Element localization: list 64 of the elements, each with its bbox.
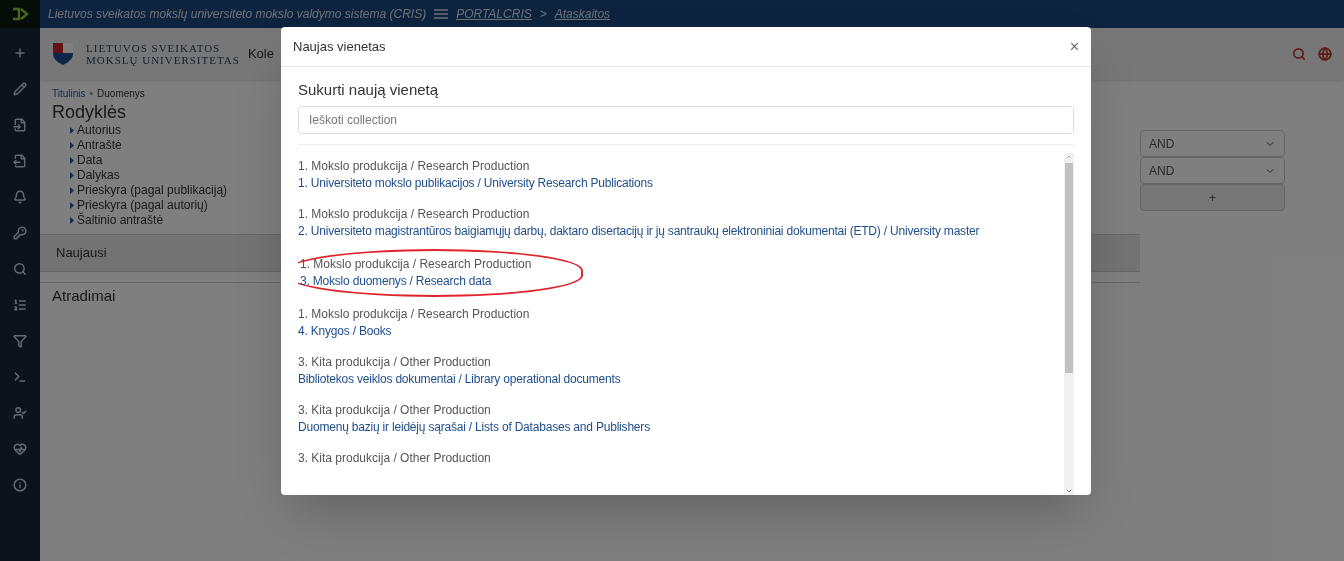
caret-icon [70, 157, 74, 164]
index-link[interactable]: Dalykas [77, 168, 120, 183]
index-link[interactable]: Data [77, 153, 103, 168]
collection-link[interactable]: Bibliotekos veiklos dokumentai / Library operational documents [298, 371, 621, 387]
university-name: MOKSLŲ UNIVERSITETAS [86, 54, 240, 66]
caret-icon [70, 217, 74, 224]
key-icon[interactable] [13, 226, 27, 240]
collection-category: 3. Kita produkcija / Other Production [298, 450, 491, 466]
collection-link[interactable]: 4. Knygos / Books [298, 323, 530, 339]
indexes-title: Rodyklės [52, 101, 127, 123]
breadcrumb-separator: • [89, 87, 94, 101]
collection-category: 3. Kita produkcija / Other Production [298, 402, 492, 418]
breadcrumb-current: Duomenys [97, 87, 145, 101]
user-check-icon[interactable] [13, 406, 27, 420]
menu-icon[interactable] [434, 9, 449, 19]
caret-icon [70, 202, 74, 209]
university-logo-icon [52, 42, 74, 66]
scrollbar[interactable] [1064, 152, 1074, 495]
nav-link[interactable]: Kole [247, 44, 274, 64]
index-link[interactable]: Prieskyra (pagal publikaciją) [77, 183, 228, 198]
collection-category: 1. Mokslo produkcija / Research Production [298, 306, 530, 322]
search-icon[interactable] [13, 262, 27, 276]
pencil-icon[interactable] [13, 82, 27, 96]
recent-title: Naujausi [56, 244, 107, 263]
breadcrumb-separator: > [539, 6, 547, 23]
collection-link[interactable]: 2. Universiteto magistrantūros baigiamųjų darbų, daktaro disertacijų ir jų santraukų elektroniniai dokumentai (ETD) / University master [298, 223, 980, 239]
caret-icon [70, 172, 74, 179]
collection-link[interactable]: Duomenų bazių ir leidėjų sąrašai / Lists of Databases and Publishers [298, 419, 650, 435]
collection-search-field[interactable]: Ieškoti collection [298, 105, 1074, 134]
system-title: Lietuvos sveikatos mokslų universiteto mokslo valdymo sistema (CRIS) [48, 6, 427, 23]
file-export-icon[interactable] [13, 154, 27, 168]
collection-link[interactable]: 1. Universiteto mokslo publikacijos / University Research Publications [298, 175, 653, 191]
operator-select[interactable]: AND [1140, 130, 1285, 157]
operator-select[interactable]: AND [1140, 157, 1285, 184]
logo-icon[interactable] [11, 6, 29, 22]
filter-icon[interactable] [13, 334, 27, 348]
reports-link[interactable]: Ataskaitos [554, 5, 611, 23]
info-icon[interactable] [13, 478, 27, 492]
collection-category: 1. Mokslo produkcija / Research Production [298, 158, 531, 174]
file-import-icon[interactable] [13, 118, 27, 132]
close-button[interactable]: × [1069, 38, 1079, 55]
list-icon[interactable] [13, 298, 27, 312]
bell-icon[interactable] [13, 190, 27, 204]
caret-icon [70, 187, 74, 194]
modal-heading: Sukurti naują vienetą [298, 80, 440, 100]
index-link[interactable]: Antraštė [77, 138, 122, 153]
add-button[interactable]: + [1140, 184, 1285, 211]
caret-icon [70, 127, 74, 134]
index-link[interactable]: Šaltinio antraštė [77, 213, 164, 228]
scroll-down-icon[interactable] [1065, 487, 1073, 495]
portal-link[interactable]: PORTALCRIS [456, 5, 532, 23]
globe-icon[interactable] [1318, 47, 1332, 61]
index-link[interactable]: Autorius [77, 123, 122, 138]
modal-title: Naujas vienetas [293, 37, 386, 56]
heart-pulse-icon[interactable] [13, 442, 27, 456]
collection-category: 3. Kita produkcija / Other Production [298, 354, 492, 370]
collection-category: 1. Mokslo produkcija / Research Production [298, 206, 531, 222]
plus-icon[interactable] [13, 46, 27, 60]
terminal-icon[interactable] [13, 370, 27, 384]
breadcrumb-link[interactable]: Titulinis [52, 86, 86, 101]
caret-icon [70, 142, 74, 149]
university-name: LIETUVOS SVEIKATOS [86, 42, 222, 54]
search-icon[interactable] [1292, 47, 1306, 61]
index-link[interactable]: Prieskyra (pagal autorių) [77, 198, 208, 213]
